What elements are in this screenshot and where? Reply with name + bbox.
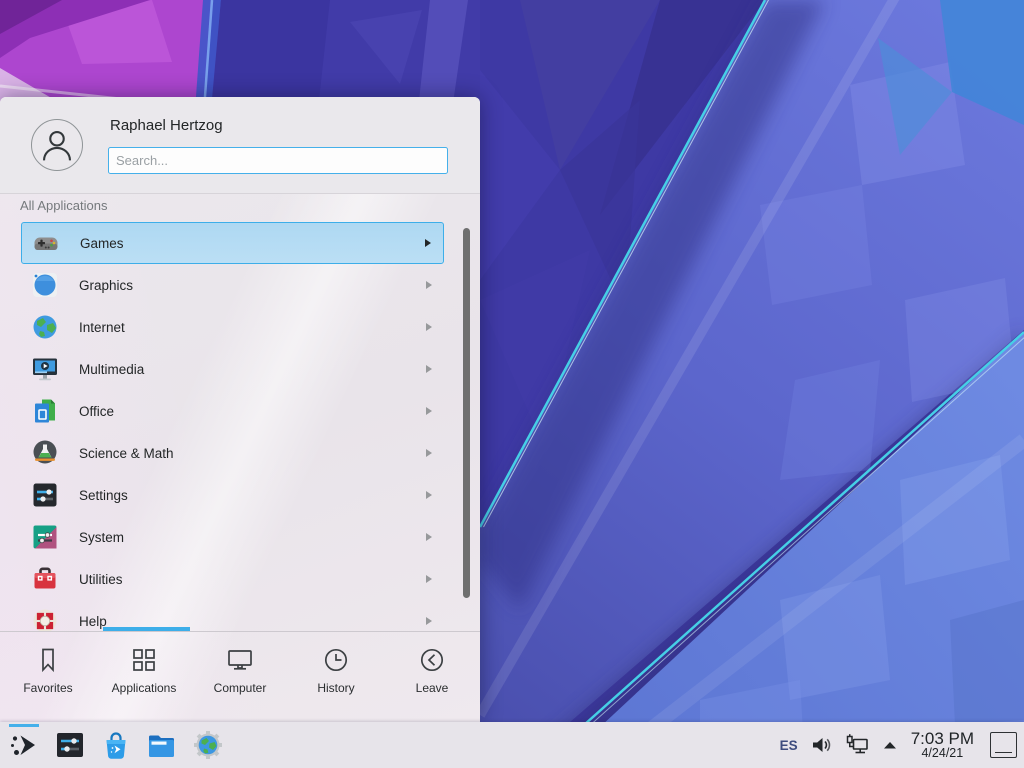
applications-icon (129, 645, 159, 675)
menu-item-label: Science & Math (79, 446, 174, 461)
submenu-arrow-icon (426, 617, 432, 625)
software-center-launcher[interactable] (98, 724, 134, 766)
application-launcher-panel: Raphael Hertzog All Applications Games (0, 97, 480, 722)
system-settings-launcher[interactable] (52, 724, 88, 766)
office-icon (31, 397, 59, 425)
tab-label: Leave (416, 681, 449, 695)
menu-item-graphics[interactable]: Graphics (21, 264, 444, 306)
digital-clock[interactable]: 7:03 PM 4/24/21 (911, 730, 974, 761)
submenu-arrow-icon (426, 281, 432, 289)
tab-label: Favorites (23, 681, 72, 695)
network-icon[interactable] (844, 733, 871, 757)
menu-item-office[interactable]: Office (21, 390, 444, 432)
kali-menu-icon (8, 729, 40, 761)
file-manager-icon (146, 729, 178, 761)
menu-item-label: Multimedia (79, 362, 144, 377)
menu-item-multimedia[interactable]: Multimedia (21, 348, 444, 390)
system-tray: ES 7:03 PM 4/24/21 (780, 730, 1024, 761)
submenu-arrow-icon (426, 533, 432, 541)
submenu-arrow-icon (426, 575, 432, 583)
computer-icon (225, 645, 255, 675)
menu-item-label: Graphics (79, 278, 133, 293)
software-center-icon (100, 729, 132, 761)
system-icon (31, 523, 59, 551)
desktop: Raphael Hertzog All Applications Games (0, 0, 1024, 768)
tab-label: Computer (214, 681, 267, 695)
clock-time: 7:03 PM (911, 730, 974, 748)
application-category-list: Games Graphics (0, 222, 480, 631)
active-launcher-indicator (9, 724, 39, 727)
volume-icon[interactable] (809, 733, 833, 757)
clock-date: 4/24/21 (911, 747, 974, 760)
active-tab-indicator (103, 627, 190, 631)
science-icon (31, 439, 59, 467)
graphics-icon (31, 271, 59, 299)
submenu-arrow-icon (426, 365, 432, 373)
tab-label: Applications (112, 681, 177, 695)
taskbar-launchers (0, 724, 226, 766)
tab-leave[interactable]: Leave (384, 632, 480, 722)
show-desktop-button[interactable] (990, 732, 1017, 758)
submenu-arrow-icon (426, 323, 432, 331)
expand-tray-icon[interactable] (882, 738, 898, 752)
menu-item-label: Utilities (79, 572, 123, 587)
menu-item-science-math[interactable]: Science & Math (21, 432, 444, 474)
menu-item-system[interactable]: System (21, 516, 444, 558)
tab-history[interactable]: History (288, 632, 384, 722)
submenu-arrow-icon (426, 491, 432, 499)
submenu-arrow-icon (425, 239, 431, 247)
games-icon (32, 229, 60, 257)
application-launcher-button[interactable] (6, 724, 42, 766)
leave-icon (417, 645, 447, 675)
history-icon (321, 645, 351, 675)
user-name: Raphael Hertzog (110, 117, 223, 134)
launcher-header: Raphael Hertzog (0, 97, 480, 194)
tab-favorites[interactable]: Favorites (0, 632, 96, 722)
settings-icon (31, 481, 59, 509)
web-browser-icon (192, 729, 224, 761)
menu-item-utilities[interactable]: Utilities (21, 558, 444, 600)
web-browser-launcher[interactable] (190, 724, 226, 766)
system-settings-icon (54, 729, 86, 761)
file-manager-launcher[interactable] (144, 724, 180, 766)
utilities-icon (31, 565, 59, 593)
multimedia-icon (31, 355, 59, 383)
search-input[interactable] (108, 147, 448, 174)
favorites-icon (33, 645, 63, 675)
tab-label: History (317, 681, 354, 695)
menu-item-help[interactable]: Help (21, 600, 444, 631)
launcher-tab-bar: Favorites Applications Computer (0, 631, 480, 722)
keyboard-layout-indicator[interactable]: ES (780, 738, 798, 753)
menu-item-label: Internet (79, 320, 125, 335)
menu-item-label: Office (79, 404, 114, 419)
menu-item-label: Settings (79, 488, 128, 503)
menu-item-internet[interactable]: Internet (21, 306, 444, 348)
submenu-arrow-icon (426, 407, 432, 415)
menu-item-label: Games (80, 236, 124, 251)
tab-applications[interactable]: Applications (96, 632, 192, 722)
help-icon (31, 607, 59, 631)
menu-item-settings[interactable]: Settings (21, 474, 444, 516)
tab-computer[interactable]: Computer (192, 632, 288, 722)
internet-icon (31, 313, 59, 341)
user-avatar-icon (31, 119, 83, 171)
list-scrollbar[interactable] (463, 228, 470, 598)
menu-item-games[interactable]: Games (21, 222, 444, 264)
section-label: All Applications (20, 198, 107, 213)
taskbar: ES 7:03 PM 4/24/21 (0, 722, 1024, 768)
menu-item-label: System (79, 530, 124, 545)
submenu-arrow-icon (426, 449, 432, 457)
